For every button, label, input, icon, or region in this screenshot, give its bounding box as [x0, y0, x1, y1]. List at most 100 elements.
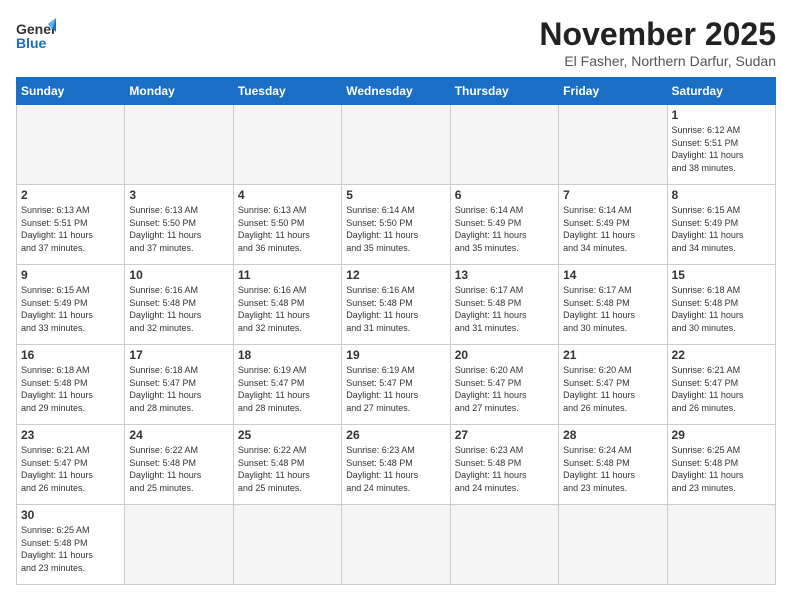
day-info: Sunrise: 6:13 AM Sunset: 5:50 PM Dayligh…	[129, 204, 228, 254]
day-info: Sunrise: 6:14 AM Sunset: 5:49 PM Dayligh…	[455, 204, 554, 254]
day-info: Sunrise: 6:22 AM Sunset: 5:48 PM Dayligh…	[129, 444, 228, 494]
calendar-week-row: 23 Sunrise: 6:21 AM Sunset: 5:47 PM Dayli…	[17, 425, 776, 505]
calendar-cell	[559, 105, 667, 185]
day-number: 22	[672, 348, 771, 362]
calendar-cell	[17, 105, 125, 185]
day-number: 16	[21, 348, 120, 362]
day-number: 17	[129, 348, 228, 362]
day-number: 26	[346, 428, 445, 442]
day-info: Sunrise: 6:16 AM Sunset: 5:48 PM Dayligh…	[346, 284, 445, 334]
day-info: Sunrise: 6:16 AM Sunset: 5:48 PM Dayligh…	[129, 284, 228, 334]
header: General Blue November 2025 El Fasher, No…	[16, 16, 776, 69]
day-number: 28	[563, 428, 662, 442]
day-number: 25	[238, 428, 337, 442]
day-number: 20	[455, 348, 554, 362]
day-info: Sunrise: 6:13 AM Sunset: 5:50 PM Dayligh…	[238, 204, 337, 254]
day-number: 21	[563, 348, 662, 362]
calendar-cell: 27Sunrise: 6:23 AM Sunset: 5:48 PM Dayli…	[450, 425, 558, 505]
calendar-cell: 21 Sunrise: 6:20 AM Sunset: 5:47 PM Dayli…	[559, 345, 667, 425]
day-number: 13	[455, 268, 554, 282]
calendar-cell: 1Sunrise: 6:12 AM Sunset: 5:51 PM Daylig…	[667, 105, 775, 185]
day-info: Sunrise: 6:23 AM Sunset: 5:48 PM Dayligh…	[455, 444, 554, 494]
day-info: Sunrise: 6:17 AM Sunset: 5:48 PM Dayligh…	[563, 284, 662, 334]
weekday-header-tuesday: Tuesday	[233, 78, 341, 105]
calendar-cell: 12 Sunrise: 6:16 AM Sunset: 5:48 PM Dayli…	[342, 265, 450, 345]
calendar-cell: 7 Sunrise: 6:14 AM Sunset: 5:49 PM Daylig…	[559, 185, 667, 265]
calendar-cell	[233, 105, 341, 185]
calendar-cell: 16 Sunrise: 6:18 AM Sunset: 5:48 PM Dayli…	[17, 345, 125, 425]
day-number: 6	[455, 188, 554, 202]
calendar-cell: 4 Sunrise: 6:13 AM Sunset: 5:50 PM Daylig…	[233, 185, 341, 265]
calendar-cell: 9 Sunrise: 6:15 AM Sunset: 5:49 PM Daylig…	[17, 265, 125, 345]
calendar-cell: 23 Sunrise: 6:21 AM Sunset: 5:47 PM Dayli…	[17, 425, 125, 505]
day-info: Sunrise: 6:25 AM Sunset: 5:48 PM Dayligh…	[21, 524, 120, 574]
weekday-header-wednesday: Wednesday	[342, 78, 450, 105]
day-info: Sunrise: 6:15 AM Sunset: 5:49 PM Dayligh…	[21, 284, 120, 334]
day-info: Sunrise: 6:15 AM Sunset: 5:49 PM Dayligh…	[672, 204, 771, 254]
calendar-cell: 20 Sunrise: 6:20 AM Sunset: 5:47 PM Dayli…	[450, 345, 558, 425]
location-title: El Fasher, Northern Darfur, Sudan	[539, 53, 776, 69]
calendar-week-row: 30Sunrise: 6:25 AM Sunset: 5:48 PM Dayli…	[17, 505, 776, 585]
day-info: Sunrise: 6:16 AM Sunset: 5:48 PM Dayligh…	[238, 284, 337, 334]
day-info: Sunrise: 6:22 AM Sunset: 5:48 PM Dayligh…	[238, 444, 337, 494]
day-number: 24	[129, 428, 228, 442]
calendar-cell: 6 Sunrise: 6:14 AM Sunset: 5:49 PM Daylig…	[450, 185, 558, 265]
calendar-cell: 13 Sunrise: 6:17 AM Sunset: 5:48 PM Dayli…	[450, 265, 558, 345]
calendar-cell: 26 Sunrise: 6:23 AM Sunset: 5:48 PM Dayli…	[342, 425, 450, 505]
day-number: 3	[129, 188, 228, 202]
calendar-cell	[450, 505, 558, 585]
logo: General Blue	[16, 16, 56, 52]
day-number: 11	[238, 268, 337, 282]
month-title: November 2025	[539, 16, 776, 53]
day-number: 19	[346, 348, 445, 362]
calendar-table: SundayMondayTuesdayWednesdayThursdayFrid…	[16, 77, 776, 585]
calendar-cell: 10 Sunrise: 6:16 AM Sunset: 5:48 PM Dayli…	[125, 265, 233, 345]
weekday-header-row: SundayMondayTuesdayWednesdayThursdayFrid…	[17, 78, 776, 105]
day-info: Sunrise: 6:20 AM Sunset: 5:47 PM Dayligh…	[455, 364, 554, 414]
day-info: Sunrise: 6:18 AM Sunset: 5:48 PM Dayligh…	[21, 364, 120, 414]
day-info: Sunrise: 6:14 AM Sunset: 5:50 PM Dayligh…	[346, 204, 445, 254]
day-number: 10	[129, 268, 228, 282]
day-info: Sunrise: 6:14 AM Sunset: 5:49 PM Dayligh…	[563, 204, 662, 254]
weekday-header-sunday: Sunday	[17, 78, 125, 105]
day-info: Sunrise: 6:25 AM Sunset: 5:48 PM Dayligh…	[672, 444, 771, 494]
day-number: 23	[21, 428, 120, 442]
day-info: Sunrise: 6:18 AM Sunset: 5:48 PM Dayligh…	[672, 284, 771, 334]
calendar-cell: 11 Sunrise: 6:16 AM Sunset: 5:48 PM Dayli…	[233, 265, 341, 345]
day-number: 9	[21, 268, 120, 282]
calendar-cell	[342, 105, 450, 185]
day-number: 18	[238, 348, 337, 362]
calendar-cell: 5 Sunrise: 6:14 AM Sunset: 5:50 PM Daylig…	[342, 185, 450, 265]
day-info: Sunrise: 6:23 AM Sunset: 5:48 PM Dayligh…	[346, 444, 445, 494]
calendar-week-row: 9 Sunrise: 6:15 AM Sunset: 5:49 PM Daylig…	[17, 265, 776, 345]
calendar-cell: 30Sunrise: 6:25 AM Sunset: 5:48 PM Dayli…	[17, 505, 125, 585]
day-number: 12	[346, 268, 445, 282]
day-info: Sunrise: 6:19 AM Sunset: 5:47 PM Dayligh…	[238, 364, 337, 414]
weekday-header-friday: Friday	[559, 78, 667, 105]
day-info: Sunrise: 6:12 AM Sunset: 5:51 PM Dayligh…	[672, 124, 771, 174]
day-number: 4	[238, 188, 337, 202]
day-info: Sunrise: 6:17 AM Sunset: 5:48 PM Dayligh…	[455, 284, 554, 334]
day-info: Sunrise: 6:21 AM Sunset: 5:47 PM Dayligh…	[21, 444, 120, 494]
calendar-cell: 24 Sunrise: 6:22 AM Sunset: 5:48 PM Dayli…	[125, 425, 233, 505]
day-number: 5	[346, 188, 445, 202]
calendar-cell: 28Sunrise: 6:24 AM Sunset: 5:48 PM Dayli…	[559, 425, 667, 505]
weekday-header-monday: Monday	[125, 78, 233, 105]
day-number: 14	[563, 268, 662, 282]
day-number: 7	[563, 188, 662, 202]
calendar-cell: 8 Sunrise: 6:15 AM Sunset: 5:49 PM Daylig…	[667, 185, 775, 265]
day-number: 2	[21, 188, 120, 202]
day-info: Sunrise: 6:13 AM Sunset: 5:51 PM Dayligh…	[21, 204, 120, 254]
calendar-cell	[125, 105, 233, 185]
weekday-header-saturday: Saturday	[667, 78, 775, 105]
calendar-cell	[667, 505, 775, 585]
day-info: Sunrise: 6:21 AM Sunset: 5:47 PM Dayligh…	[672, 364, 771, 414]
title-area: November 2025 El Fasher, Northern Darfur…	[539, 16, 776, 69]
logo-icon: General Blue	[16, 16, 56, 52]
calendar-cell: 19 Sunrise: 6:19 AM Sunset: 5:47 PM Dayli…	[342, 345, 450, 425]
day-info: Sunrise: 6:19 AM Sunset: 5:47 PM Dayligh…	[346, 364, 445, 414]
day-info: Sunrise: 6:20 AM Sunset: 5:47 PM Dayligh…	[563, 364, 662, 414]
calendar-cell	[233, 505, 341, 585]
calendar-cell: 18 Sunrise: 6:19 AM Sunset: 5:47 PM Dayli…	[233, 345, 341, 425]
day-number: 8	[672, 188, 771, 202]
